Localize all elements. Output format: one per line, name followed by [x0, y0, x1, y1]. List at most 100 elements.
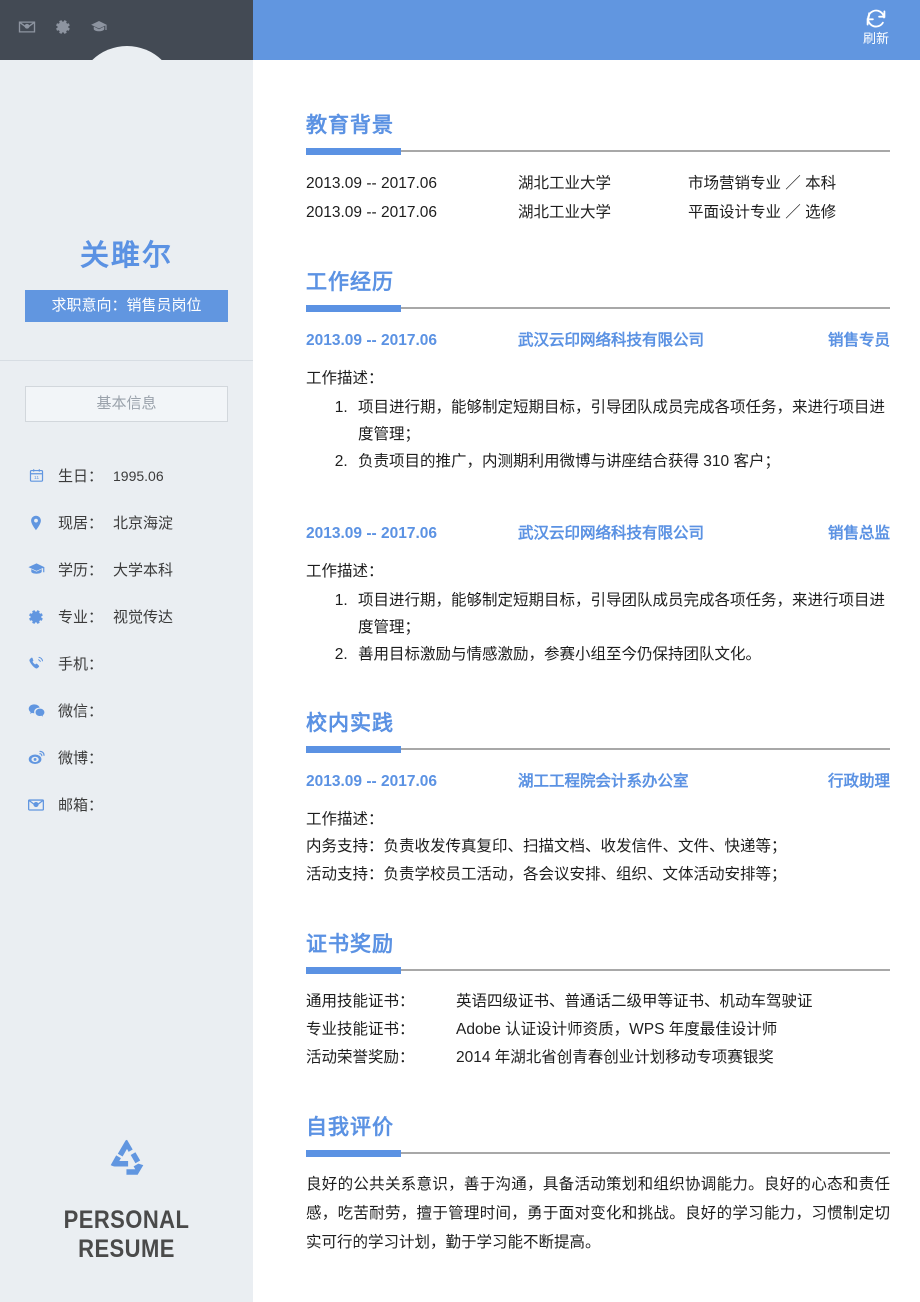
work-company: 武汉云印网络科技有限公司 — [518, 332, 705, 349]
section-education: 教育背景 2013.09 -- 2017.06 湖北工业大学 市场营销专业 ／ … — [253, 60, 920, 227]
sidebar-footer: PERSONAL RESUME — [0, 1135, 253, 1264]
top-bar-blue-panel: 刷新 — [253, 0, 920, 60]
info-label: 微博： — [58, 750, 104, 767]
info-label: 生日： — [58, 468, 104, 485]
weibo-icon — [26, 748, 46, 768]
list-item: 项目进行期，能够制定短期目标，引导团队成员完成各项任务，来进行项目进度管理； — [352, 394, 890, 448]
section-rule — [306, 305, 890, 312]
info-label: 微信： — [58, 703, 104, 720]
gear-icon[interactable] — [54, 18, 72, 36]
phone-icon — [26, 654, 46, 674]
list-item: 11 生日： 1995.06 — [0, 452, 253, 499]
info-value: 大学本科 — [113, 562, 174, 579]
campus-desc-lines: 内务支持：负责收发传真复印、扫描文档、收发信件、文件、快递等； 活动支持：负责学… — [306, 833, 890, 889]
wechat-icon — [26, 701, 46, 721]
work-entry: 2013.09 -- 2017.06 武汉云印网络科技有限公司 销售专员 工作描… — [306, 328, 890, 475]
certificate-key: 通用技能证书： — [306, 993, 415, 1010]
education-school: 湖北工业大学 — [518, 175, 612, 192]
section-rule — [306, 1150, 890, 1157]
location-pin-icon — [26, 513, 46, 533]
graduation-cap-icon[interactable] — [90, 18, 108, 36]
envelope-icon[interactable] — [18, 18, 36, 36]
gear-icon — [26, 607, 46, 627]
certificate-key: 专业技能证书： — [306, 1021, 415, 1038]
main-content: 教育背景 2013.09 -- 2017.06 湖北工业大学 市场营销专业 ／ … — [253, 60, 920, 1302]
campus-date: 2013.09 -- 2017.06 — [306, 773, 437, 790]
envelope-icon — [26, 795, 46, 815]
avatar-placeholder[interactable] — [76, 46, 177, 60]
campus-organization: 湖工工程院会计系办公室 — [518, 773, 689, 790]
person-name: 关雎尔 — [79, 240, 173, 272]
page-title: 证书奖励 — [306, 933, 394, 956]
certificate-value: 2014 年湖北省创青春创业计划移动专项赛银奖 — [456, 1049, 774, 1066]
work-desc-label: 工作描述： — [306, 563, 384, 580]
graduation-cap-icon — [26, 560, 46, 580]
education-date: 2013.09 -- 2017.06 — [306, 204, 437, 221]
sidebar: 关雎尔 求职意向：销售员岗位 基本信息 11 生日： 1995.06 现居： 北… — [0, 60, 253, 1302]
info-value: 北京海淀 — [113, 515, 174, 532]
section-campus-practice: 校内实践 2013.09 -- 2017.06 湖工工程院会计系办公室 行政助理… — [253, 710, 920, 889]
page-title: 校内实践 — [306, 712, 394, 735]
info-label: 现居： — [58, 515, 104, 532]
svg-text:11: 11 — [33, 475, 38, 481]
section-work-experience: 工作经历 2013.09 -- 2017.06 武汉云印网络科技有限公司 销售专… — [253, 269, 920, 668]
work-role: 销售专员 — [827, 332, 890, 349]
refresh-button[interactable]: 刷新 — [854, 6, 898, 47]
section-certificates: 证书奖励 通用技能证书： 英语四级证书、普通话二级甲等证书、机动车驾驶证 专业技… — [253, 931, 920, 1072]
certificates-table: 通用技能证书： 英语四级证书、普通话二级甲等证书、机动车驾驶证 专业技能证书： … — [306, 988, 813, 1072]
sidebar-divider — [0, 360, 253, 361]
certificate-key: 活动荣誉奖励： — [306, 1049, 415, 1066]
list-item: 微信： — [0, 687, 253, 734]
section-self-evaluation: 自我评价 良好的公共关系意识，善于沟通，具备活动策划和组织协调能力。良好的心态和… — [253, 1114, 920, 1257]
page-title: 教育背景 — [306, 114, 394, 137]
work-entry-header: 2013.09 -- 2017.06 武汉云印网络科技有限公司 销售专员 — [306, 328, 890, 354]
list-item: 现居： 北京海淀 — [0, 499, 253, 546]
list-item: 专业： 视觉传达 — [0, 593, 253, 640]
work-desc-label: 工作描述： — [306, 370, 384, 387]
education-date: 2013.09 -- 2017.06 — [306, 175, 437, 192]
basic-info-header: 基本信息 — [25, 386, 228, 422]
section-rule — [306, 967, 890, 974]
list-item: 学历： 大学本科 — [0, 546, 253, 593]
table-row: 专业技能证书： Adobe 认证设计师资质，WPS 年度最佳设计师 — [306, 1016, 813, 1044]
table-row: 活动荣誉奖励： 2014 年湖北省创青春创业计划移动专项赛银奖 — [306, 1044, 813, 1072]
recycle-icon — [0, 1135, 253, 1184]
name-block: 关雎尔 求职意向：销售员岗位 — [0, 238, 253, 322]
table-row: 2013.09 -- 2017.06 湖北工业大学 平面设计专业 ／ 选修 — [306, 198, 890, 227]
certificate-value: Adobe 认证设计师资质，WPS 年度最佳设计师 — [456, 1021, 778, 1038]
campus-entry-header: 2013.09 -- 2017.06 湖工工程院会计系办公室 行政助理 — [306, 769, 890, 795]
job-intention-badge: 求职意向：销售员岗位 — [25, 290, 228, 322]
education-major: 平面设计专业 ／ 选修 — [688, 204, 837, 221]
list-item: 微博： — [0, 734, 253, 781]
self-evaluation-text: 良好的公共关系意识，善于沟通，具备活动策划和组织协调能力。良好的心态和责任感，吃… — [306, 1176, 890, 1251]
work-date: 2013.09 -- 2017.06 — [306, 332, 437, 349]
page-title: 工作经历 — [306, 271, 394, 294]
list-item: 项目进行期，能够制定短期目标，引导团队成员完成各项任务，来进行项目进度管理； — [352, 587, 890, 641]
campus-role: 行政助理 — [827, 773, 890, 790]
education-school: 湖北工业大学 — [518, 204, 612, 221]
page-title: 自我评价 — [306, 1116, 394, 1139]
list-item: 善用目标激励与情感激励，参赛小组至今仍保持团队文化。 — [352, 641, 890, 668]
work-company: 武汉云印网络科技有限公司 — [518, 525, 705, 542]
campus-desc-label: 工作描述： — [306, 811, 384, 828]
table-row: 2013.09 -- 2017.06 湖北工业大学 市场营销专业 ／ 本科 — [306, 169, 890, 198]
info-label: 专业： — [58, 609, 104, 626]
top-bar-icon-group — [18, 18, 108, 36]
calendar-icon: 11 — [26, 466, 46, 486]
refresh-icon — [854, 6, 898, 30]
info-value: 1995.06 — [113, 467, 164, 484]
section-rule — [306, 746, 890, 753]
work-entry: 2013.09 -- 2017.06 武汉云印网络科技有限公司 销售总监 工作描… — [306, 521, 890, 668]
info-label: 学历： — [58, 562, 104, 579]
list-item: 负责项目的推广，内测期利用微博与讲座结合获得 310 客户； — [352, 448, 890, 475]
info-label: 手机： — [58, 656, 104, 673]
info-label: 邮箱： — [58, 797, 104, 814]
top-bar-dark-panel — [0, 0, 253, 60]
certificate-value: 英语四级证书、普通话二级甲等证书、机动车驾驶证 — [456, 993, 813, 1010]
work-desc-list: 项目进行期，能够制定短期目标，引导团队成员完成各项任务，来进行项目进度管理； 负… — [306, 394, 890, 475]
